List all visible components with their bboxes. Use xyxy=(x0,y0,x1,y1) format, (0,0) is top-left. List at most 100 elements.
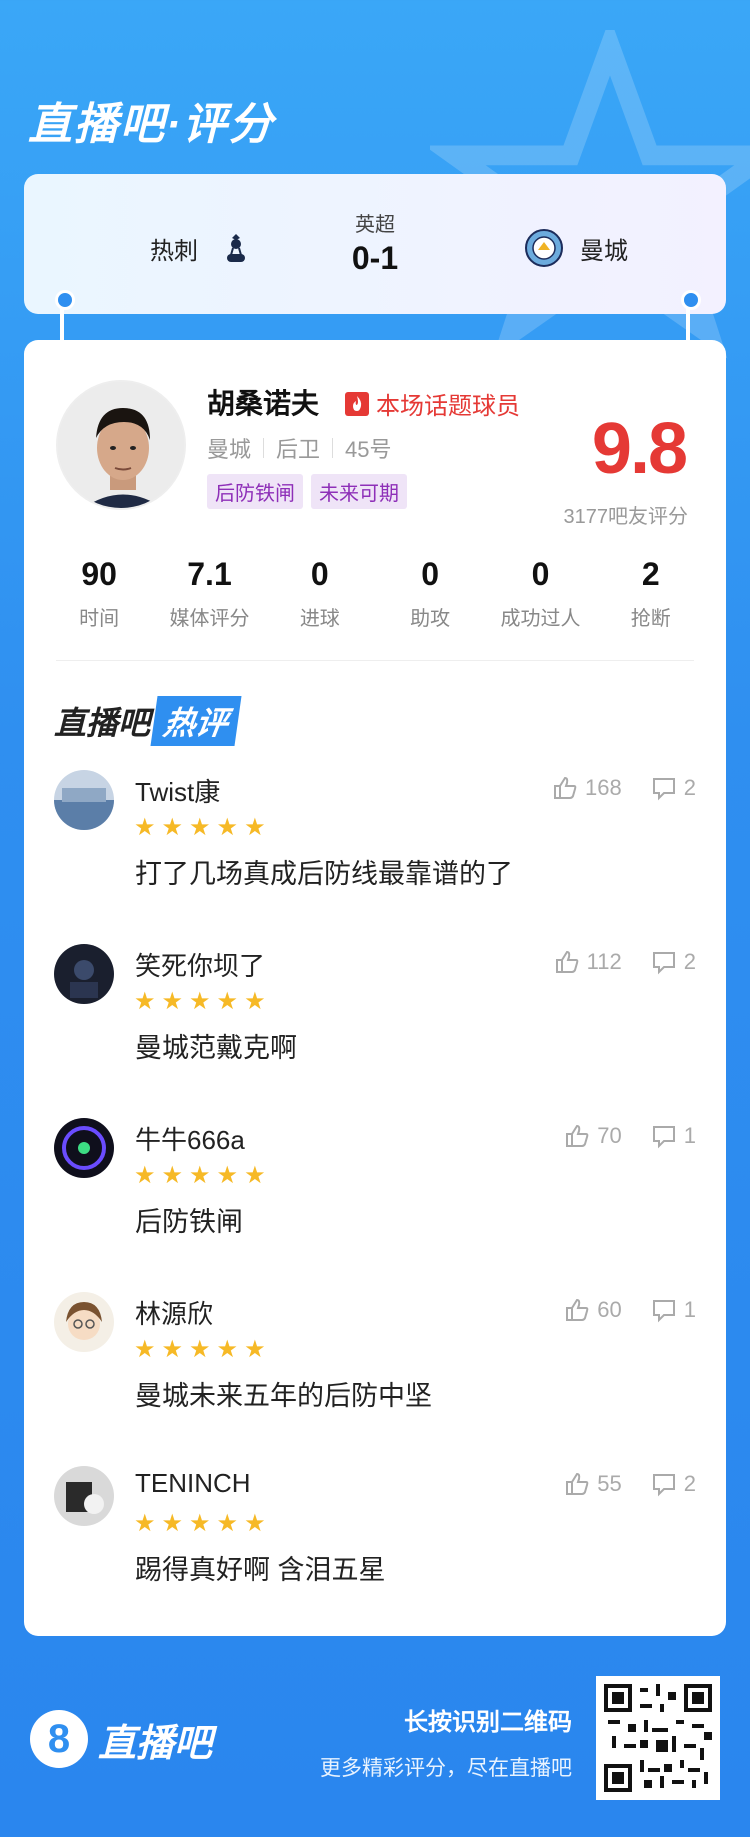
comment-item: TENINCH ★ ★ ★ ★ ★ 踢得真好啊 含泪五星 55 2 xyxy=(24,1456,726,1630)
comment-username[interactable]: 林源欣 xyxy=(135,1294,213,1331)
stat-label: 抢断 xyxy=(630,608,671,630)
comment-actions: 55 2 xyxy=(563,1470,696,1498)
comment-username[interactable]: TENINCH xyxy=(135,1468,251,1499)
star-icon: ★ xyxy=(189,988,211,1015)
stat-label: 助攻 xyxy=(410,608,451,630)
player-avatar xyxy=(56,380,186,510)
comment-icon xyxy=(652,952,675,975)
reply-count: 2 xyxy=(683,949,696,974)
thumbs-up-icon xyxy=(555,950,578,973)
stat-label: 进球 xyxy=(299,608,340,630)
player-number: 45号 xyxy=(345,437,392,462)
thumbs-up-icon xyxy=(566,1298,589,1321)
stat-value: 2 xyxy=(641,556,660,592)
page-title: 直播吧·评分 xyxy=(28,100,275,149)
star-icon: ★ xyxy=(244,1162,266,1189)
stat-label: 成功过人 xyxy=(500,608,581,630)
qr-subtext: 更多精彩评分，尽在直播吧 xyxy=(320,1757,572,1780)
comment-username[interactable]: 笑死你坝了 xyxy=(135,946,265,983)
reply-button[interactable]: 2 xyxy=(650,948,696,976)
comment-text: 后防铁闸 xyxy=(135,1207,243,1237)
comment-username[interactable]: 牛牛666a xyxy=(135,1120,245,1157)
star-icon: ★ xyxy=(216,1162,239,1189)
reply-count: 2 xyxy=(683,1471,696,1496)
user-avatar[interactable] xyxy=(54,1466,114,1526)
user-avatar[interactable] xyxy=(54,944,114,1004)
star-icon: ★ xyxy=(134,1162,156,1189)
reply-button[interactable]: 1 xyxy=(650,1296,696,1324)
like-button[interactable]: 70 xyxy=(563,1122,622,1150)
star-icon: ★ xyxy=(134,1510,156,1537)
like-button[interactable]: 55 xyxy=(563,1470,622,1498)
reply-button[interactable]: 2 xyxy=(650,1470,696,1498)
reply-button[interactable]: 2 xyxy=(650,774,696,802)
vote-count: 3177吧友评分 xyxy=(563,506,689,528)
logo-text: 直播吧 xyxy=(98,1722,213,1765)
thumbs-up-icon xyxy=(554,776,577,799)
comment-actions: 70 1 xyxy=(563,1122,696,1150)
logo-mark: 8 xyxy=(30,1710,88,1768)
hot-topic-badge: 本场话题球员 xyxy=(344,386,520,421)
player-tag: 未来可期 xyxy=(311,474,407,509)
star-icon: ★ xyxy=(189,1510,211,1537)
comment-item: 牛牛666a ★ ★ ★ ★ ★ 后防铁闸 70 1 xyxy=(24,1108,726,1282)
footer: 8 直播吧 长按识别二维码 更多精彩评分，尽在直播吧 xyxy=(0,1660,750,1837)
star-icon: ★ xyxy=(161,988,184,1015)
star-rating: ★ ★ ★ ★ ★ xyxy=(134,990,266,1014)
player-name: 胡桑诺夫 xyxy=(207,388,320,419)
star-icon: ★ xyxy=(244,1510,266,1537)
stat-assists: 0 助攻 xyxy=(375,552,485,631)
star-rating: ★ ★ ★ ★ ★ xyxy=(134,1338,266,1362)
stat-minutes: 90 时间 xyxy=(44,552,154,631)
meta-divider xyxy=(332,438,334,458)
star-icon: ★ xyxy=(134,814,156,841)
thumbs-up-icon xyxy=(566,1124,589,1147)
stat-value: 0 xyxy=(421,556,440,592)
user-avatar[interactable] xyxy=(54,1118,114,1178)
like-button[interactable]: 112 xyxy=(553,948,622,976)
stat-media-rating: 7.1 媒体评分 xyxy=(154,552,264,631)
comment-actions: 168 2 xyxy=(551,774,696,802)
like-count: 55 xyxy=(597,1471,622,1496)
player-position: 后卫 xyxy=(276,437,321,462)
star-icon: ★ xyxy=(134,988,156,1015)
hot-comments-title: 直播吧 热评 xyxy=(54,696,242,746)
star-icon: ★ xyxy=(244,1336,266,1363)
like-button[interactable]: 60 xyxy=(563,1296,622,1324)
fire-icon xyxy=(345,391,369,416)
stat-tackles: 2 抢断 xyxy=(596,552,706,631)
comment-icon xyxy=(652,1474,675,1497)
section-divider xyxy=(56,660,694,661)
like-count: 168 xyxy=(585,775,622,800)
thumbs-up-icon xyxy=(566,1472,589,1495)
star-icon: ★ xyxy=(216,988,239,1015)
comment-actions: 112 2 xyxy=(553,948,696,976)
reply-count: 1 xyxy=(683,1297,696,1322)
user-avatar[interactable] xyxy=(54,1292,114,1352)
star-icon: ★ xyxy=(161,1162,184,1189)
star-icon: ★ xyxy=(189,814,211,841)
comment-actions: 60 1 xyxy=(563,1296,696,1324)
reply-button[interactable]: 1 xyxy=(650,1122,696,1150)
comment-text: 曼城未来五年的后防中坚 xyxy=(135,1381,432,1411)
player-tag: 后防铁闸 xyxy=(207,474,303,509)
player-rating-card: 胡桑诺夫 本场话题球员 曼城 后卫 45号 后防铁闸 未来可期 9.8 3177… xyxy=(24,340,726,1636)
comment-item: 笑死你坝了 ★ ★ ★ ★ ★ 曼城范戴克啊 112 2 xyxy=(24,934,726,1108)
like-button[interactable]: 168 xyxy=(551,774,622,802)
reply-count: 1 xyxy=(683,1123,696,1148)
stat-value: 90 xyxy=(81,556,117,592)
hot-topic-badge-label: 本场话题球员 xyxy=(376,393,520,420)
comment-username[interactable]: Twist康 xyxy=(135,772,220,809)
comment-text: 曼城范戴克啊 xyxy=(135,1033,297,1063)
star-icon: ★ xyxy=(161,814,184,841)
hot-title-brand: 直播吧 xyxy=(54,705,151,741)
qr-code[interactable] xyxy=(596,1676,720,1800)
man-city-crest-icon xyxy=(522,226,566,270)
app-logo: 8 直播吧 xyxy=(30,1710,212,1768)
comment-text: 打了几场真成后防线最靠谱的了 xyxy=(135,859,513,889)
player-stats: 90 时间 7.1 媒体评分 0 进球 0 助攻 0 成功过人 2 抢断 xyxy=(24,552,726,631)
comment-item: Twist康 ★ ★ ★ ★ ★ 打了几场真成后防线最靠谱的了 168 2 xyxy=(24,760,726,934)
qr-prompt: 长按识别二维码 xyxy=(404,1709,572,1736)
user-avatar[interactable] xyxy=(54,770,114,830)
star-icon: ★ xyxy=(161,1510,184,1537)
